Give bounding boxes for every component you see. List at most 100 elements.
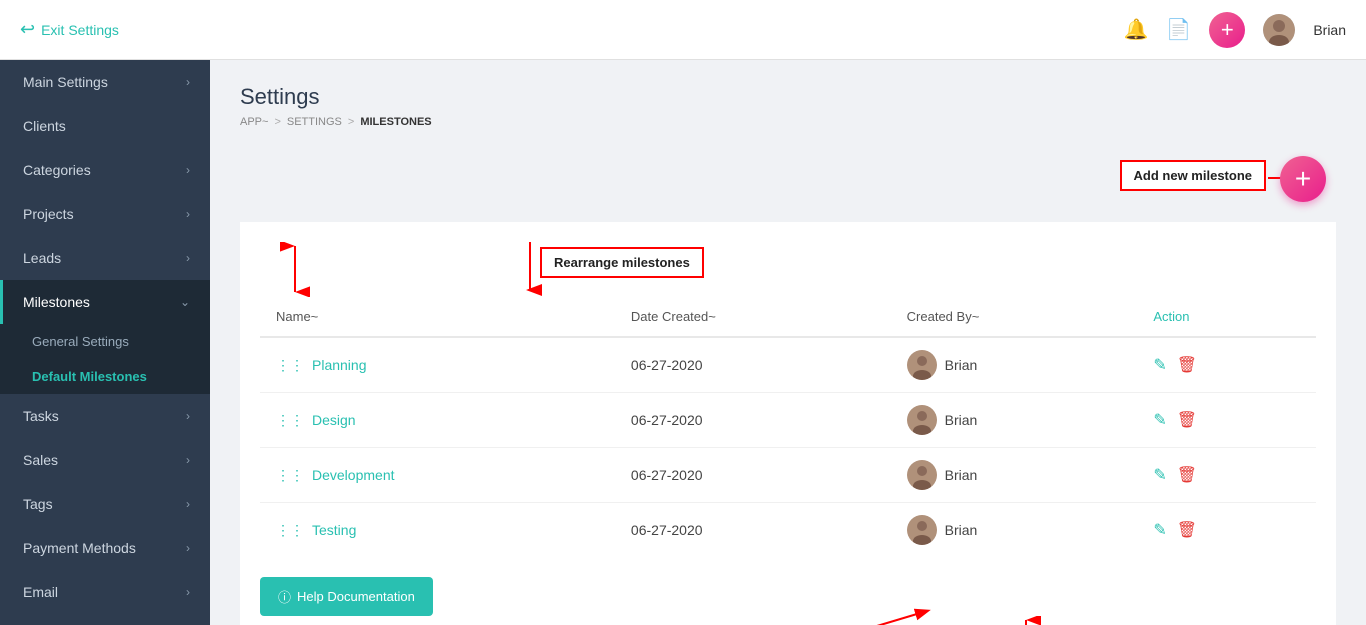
sidebar-label: Payment Methods [23, 540, 136, 556]
milestone-actions: ✎🗑 [1137, 448, 1316, 503]
breadcrumb: APP~ > SETTINGS > MILESTONES [240, 116, 1336, 128]
sidebar-label: Projects [23, 206, 74, 222]
rearrange-annotation: Rearrange milestones [540, 247, 704, 278]
sidebar-item-payment-methods[interactable]: Payment Methods › [0, 526, 210, 570]
chevron-right-icon: › [186, 453, 190, 467]
sidebar-item-clients[interactable]: Clients [0, 104, 210, 148]
sidebar-item-milestones[interactable]: Milestones ⌄ [0, 280, 210, 324]
edit-button[interactable]: ✎ [1153, 520, 1166, 540]
chevron-right-icon: › [186, 409, 190, 423]
sidebar-item-projects[interactable]: Projects › [0, 192, 210, 236]
topbar: ↩ Exit Settings 🔔 📄 + Brian [0, 0, 1366, 60]
drag-handle-icon[interactable]: ⋮⋮ [276, 522, 304, 539]
sidebar-item-default-milestones[interactable]: Default Milestones [0, 359, 210, 394]
topbar-add-button[interactable]: + [1209, 12, 1245, 48]
sidebar-label: Leads [23, 250, 61, 266]
avatar [907, 515, 937, 545]
help-documentation-button[interactable]: ⓘ Help Documentation [260, 577, 433, 616]
drag-handle-icon[interactable]: ⋮⋮ [276, 357, 304, 374]
milestone-date: 06-27-2020 [615, 337, 891, 393]
milestone-actions: ✎🗑 [1137, 393, 1316, 448]
main-content: Settings APP~ > SETTINGS > MILESTONES Ad… [210, 60, 1366, 625]
sub-label: General Settings [32, 334, 129, 349]
milestone-actions: ✎🗑 [1137, 337, 1316, 393]
rearrange-arrow [515, 242, 545, 297]
sidebar-item-categories[interactable]: Categories › [0, 148, 210, 192]
col-name: Name~ [260, 297, 615, 337]
edit-button[interactable]: ✎ [1153, 355, 1166, 375]
bc-settings: SETTINGS [287, 116, 342, 128]
drag-handle-icon[interactable]: ⋮⋮ [276, 412, 304, 429]
sidebar-label: Tags [23, 496, 53, 512]
bc-app: APP~ [240, 116, 268, 128]
delete-button[interactable]: 🗑 [1177, 465, 1197, 485]
exit-settings-label: Exit Settings [41, 22, 119, 38]
delete-button[interactable]: 🗑 [1177, 410, 1197, 430]
milestone-name: ⋮⋮ Development [276, 467, 599, 484]
milestone-name-text: Testing [312, 522, 356, 538]
add-milestone-button[interactable]: + [1280, 156, 1326, 202]
info-icon: ⓘ [278, 587, 291, 606]
add-milestone-label: Add new milestone [1120, 160, 1266, 191]
chevron-right-icon: › [186, 207, 190, 221]
creator-name: Brian [945, 522, 978, 538]
delete-button[interactable]: 🗑 [1177, 520, 1197, 540]
exit-settings-button[interactable]: ↩ Exit Settings [20, 19, 119, 40]
chevron-right-icon: › [186, 251, 190, 265]
edit-button[interactable]: ✎ [1153, 410, 1166, 430]
drag-handle-icon[interactable]: ⋮⋮ [276, 467, 304, 484]
milestone-name: ⋮⋮Planning [276, 357, 599, 374]
milestone-name-text: Development [312, 467, 395, 483]
add-milestone-annotation: Add new milestone [1120, 160, 1266, 191]
chevron-right-icon: › [186, 585, 190, 599]
topbar-right: 🔔 📄 + Brian [1124, 12, 1347, 48]
rearrange-area: Rearrange milestones [260, 242, 1316, 297]
sidebar-label: Main Settings [23, 74, 108, 90]
delete-button[interactable]: 🗑 [1177, 355, 1197, 375]
sidebar-item-tags[interactable]: Tags › [0, 482, 210, 526]
col-creator: Created By~ [891, 297, 1138, 337]
milestone-creator: Brian [891, 503, 1138, 558]
edit-arrow [817, 606, 937, 625]
milestones-card: Rearrange milestones [240, 222, 1336, 625]
add-milestone-area: Add new milestone + [240, 152, 1336, 212]
page-title: Settings [240, 84, 1336, 110]
creator-name: Brian [945, 467, 978, 483]
milestone-creator: Brian [891, 448, 1138, 503]
sidebar-item-sales[interactable]: Sales › [0, 438, 210, 482]
milestones-submenu: General Settings Default Milestones [0, 324, 210, 394]
sidebar-item-general-settings[interactable]: General Settings [0, 324, 210, 359]
milestone-date: 06-27-2020 [615, 393, 891, 448]
rearrange-updown-arrow [280, 242, 310, 297]
plus-icon: + [1295, 163, 1311, 195]
avatar [1263, 14, 1295, 46]
sidebar-label: Clients [23, 118, 66, 134]
milestone-date: 06-27-2020 [615, 503, 891, 558]
bell-icon[interactable]: 🔔 [1124, 17, 1149, 42]
sidebar-item-main-settings[interactable]: Main Settings › [0, 60, 210, 104]
bc-sep2: > [348, 116, 354, 128]
creator-name: Brian [945, 412, 978, 428]
milestone-date: 06-27-2020 [615, 448, 891, 503]
table-row: ⋮⋮Testing06-27-2020Brian✎🗑 [260, 503, 1316, 558]
sidebar-item-email[interactable]: Email › [0, 570, 210, 614]
sidebar-label: Sales [23, 452, 58, 468]
table-header-row: Name~ Date Created~ Created By~ Action [260, 297, 1316, 337]
sidebar-label: Tasks [23, 408, 59, 424]
chevron-right-icon: › [186, 75, 190, 89]
user-name-label: Brian [1313, 22, 1346, 38]
milestone-name-text: Design [312, 412, 356, 428]
book-icon[interactable]: 📄 [1166, 17, 1191, 42]
layout: Main Settings › Clients Categories › Pro… [0, 60, 1366, 625]
chevron-down-icon: ⌄ [180, 295, 190, 309]
sidebar-label: Milestones [23, 294, 90, 310]
col-action: Action [1137, 297, 1316, 337]
sub-label: Default Milestones [32, 369, 147, 384]
col-date: Date Created~ [615, 297, 891, 337]
sidebar-item-tasks[interactable]: Tasks › [0, 394, 210, 438]
milestone-actions: ✎🗑 [1137, 503, 1316, 558]
help-btn-label: Help Documentation [297, 589, 415, 604]
edit-button[interactable]: ✎ [1153, 465, 1166, 485]
sidebar-item-leads[interactable]: Leads › [0, 236, 210, 280]
avatar [907, 350, 937, 380]
